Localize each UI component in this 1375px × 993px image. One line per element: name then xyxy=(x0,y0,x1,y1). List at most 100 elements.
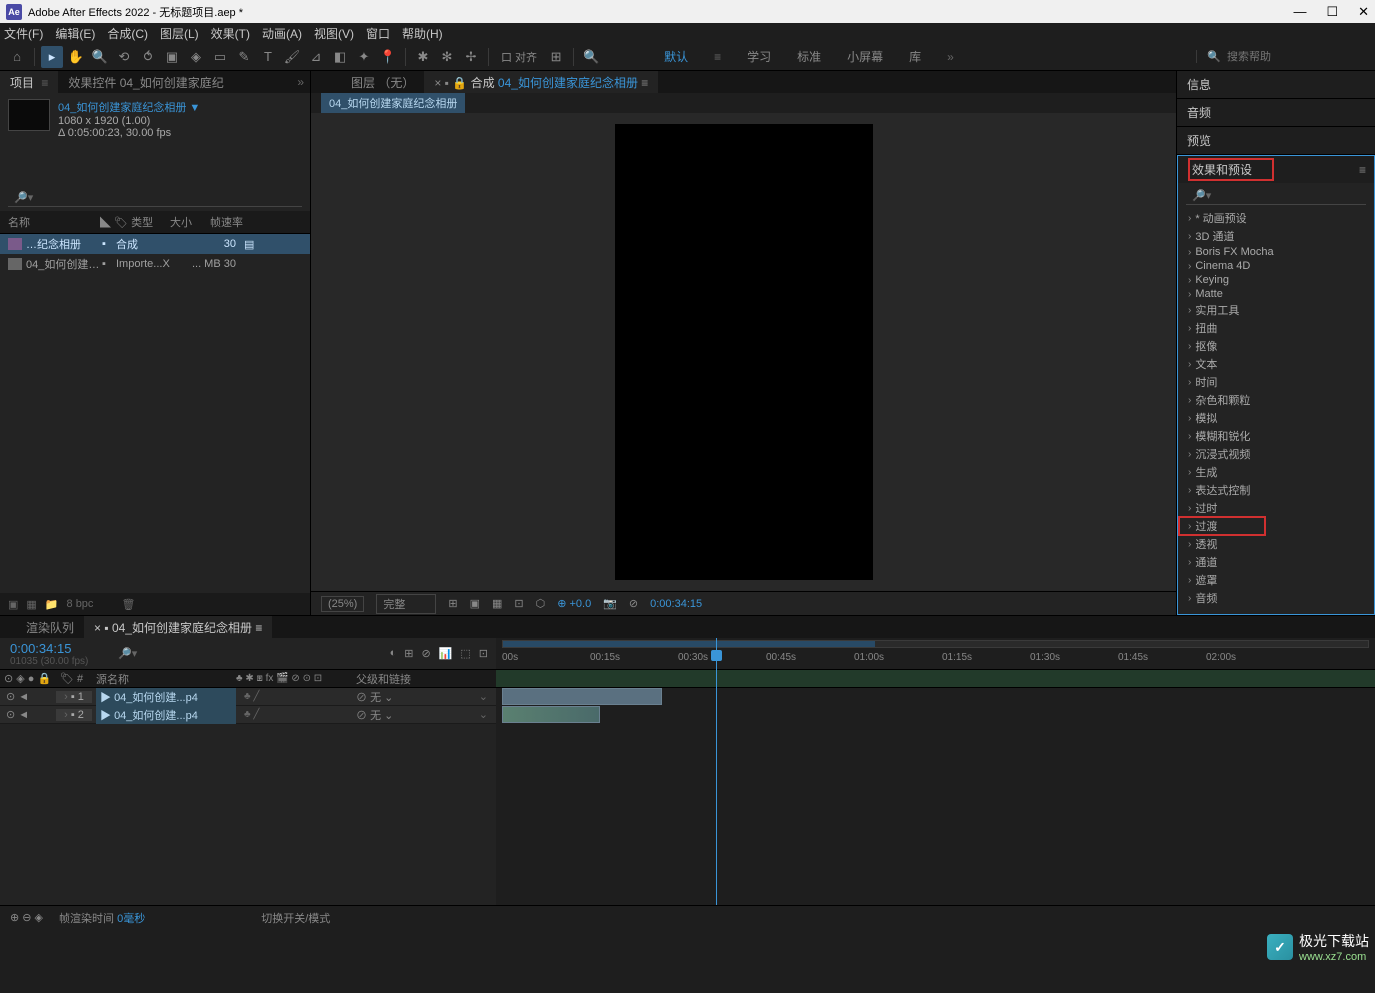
grid-icon[interactable]: ⊞ xyxy=(448,597,457,610)
toggle-switches-modes[interactable]: 切换开关/模式 xyxy=(261,910,330,926)
region-icon[interactable]: ⊡ xyxy=(514,597,523,610)
effect-category[interactable]: 杂色和颗粒 xyxy=(1178,391,1374,409)
menu-edit[interactable]: 编辑(E) xyxy=(55,25,95,42)
effect-category[interactable]: 沉浸式视频 xyxy=(1178,445,1374,463)
local-axis[interactable]: ✱ xyxy=(412,46,434,68)
switches-icon[interactable]: ⊡ xyxy=(479,647,488,660)
menu-effect[interactable]: 效果(T) xyxy=(211,25,250,42)
effect-category[interactable]: 表达式控制 xyxy=(1178,481,1374,499)
effect-category[interactable]: Matte xyxy=(1178,287,1374,301)
work-area-bar[interactable] xyxy=(496,670,1375,688)
menu-file[interactable]: 文件(F) xyxy=(4,25,43,42)
snap-toggle[interactable]: 口 对齐 xyxy=(495,49,543,65)
tab-timeline-comp[interactable]: × ▪ 04_如何创建家庭纪念相册 ≡ xyxy=(84,616,272,639)
effect-category[interactable]: 文本 xyxy=(1178,355,1374,373)
show-snapshot-icon[interactable]: ⊘ xyxy=(629,597,638,610)
selection-tool[interactable]: ▸ xyxy=(41,46,63,68)
view-axis[interactable]: ✢ xyxy=(460,46,482,68)
effect-category[interactable]: 过时 xyxy=(1178,499,1374,517)
tab-project[interactable]: 项目 ≡ xyxy=(0,71,58,94)
mask-icon[interactable]: ▣ xyxy=(470,597,480,610)
workspace-default[interactable]: 默认 xyxy=(664,48,688,65)
workspace-menu-icon[interactable]: ≡ xyxy=(714,50,721,64)
interpret-icon[interactable]: ▣ xyxy=(8,598,18,611)
effects-search[interactable]: 🔎▾ xyxy=(1186,187,1366,205)
col-source-name[interactable]: 源名称 xyxy=(92,671,232,687)
eraser-tool[interactable]: ◧ xyxy=(329,46,351,68)
tab-effect-controls[interactable]: 效果控件 04_如何创建家庭纪 xyxy=(58,71,233,94)
shy-icon[interactable]: ◐ xyxy=(390,647,397,660)
layer-2-bar[interactable] xyxy=(502,706,600,723)
tab-render-queue[interactable]: 渲染队列 xyxy=(0,616,84,639)
minimize-button[interactable]: — xyxy=(1293,4,1306,20)
effect-category[interactable]: 3D 通道 xyxy=(1178,227,1374,245)
motion-blur-icon[interactable]: ⊘ xyxy=(421,647,430,660)
panel-effects-presets[interactable]: 效果和预设 ≡ xyxy=(1178,156,1374,183)
workspace-learn[interactable]: 学习 xyxy=(747,48,771,65)
workspace-small[interactable]: 小屏幕 xyxy=(847,48,883,65)
brush-tool[interactable]: 🖌 xyxy=(281,46,303,68)
clone-tool[interactable]: ⊿ xyxy=(305,46,327,68)
comp-name-label[interactable]: 04_如何创建家庭纪念相册 ▼ xyxy=(58,99,200,115)
folder-icon[interactable]: 📁 xyxy=(45,598,59,611)
menu-view[interactable]: 视图(V) xyxy=(314,25,354,42)
snapshot-icon[interactable]: 📷 xyxy=(603,597,617,610)
rotate-tool[interactable]: ⥀ xyxy=(137,46,159,68)
transparency-icon[interactable]: ▦ xyxy=(492,597,502,610)
shape-tool[interactable]: ▭ xyxy=(209,46,231,68)
workspace-standard[interactable]: 标准 xyxy=(797,48,821,65)
search-tool-icon[interactable]: 🔍 xyxy=(580,46,602,68)
frame-blend-icon[interactable]: ⊞ xyxy=(404,647,413,660)
project-item-comp[interactable]: …纪念相册▪合成30 ▤ xyxy=(0,234,310,254)
close-button[interactable]: ✕ xyxy=(1358,4,1369,20)
graph-icon[interactable]: 📊 xyxy=(439,647,453,660)
timeline-layer-1[interactable]: ⊙ ◄ › ▪ 1 ▶ 04_如何创建...p4 ♣ ╱ ⊘ 无 ⌄ ⌄ xyxy=(0,688,496,706)
effect-category[interactable]: 抠像 xyxy=(1178,337,1374,355)
workspace-library[interactable]: 库 xyxy=(909,48,921,65)
effect-category[interactable]: 过渡 xyxy=(1178,517,1374,535)
timeline-layer-2[interactable]: ⊙ ◄ › ▪ 2 ▶ 04_如何创建...p4 ♣ ╱ ⊘ 无 ⌄ ⌄ xyxy=(0,706,496,724)
search-help-input[interactable] xyxy=(1227,51,1369,63)
effect-category[interactable]: 模拟 xyxy=(1178,409,1374,427)
trash-icon[interactable]: 🗑 xyxy=(121,598,135,611)
hand-tool[interactable]: ✋ xyxy=(65,46,87,68)
menu-window[interactable]: 窗口 xyxy=(366,25,390,42)
effect-category[interactable]: 生成 xyxy=(1178,463,1374,481)
orbit-tool[interactable]: ⟲ xyxy=(113,46,135,68)
effect-category[interactable]: 音频 xyxy=(1178,589,1374,605)
bpc-button[interactable]: 8 bpc xyxy=(67,598,94,610)
timeline-search[interactable]: 🔎▾ xyxy=(110,647,382,660)
effect-category[interactable]: * 动画预设 xyxy=(1178,209,1374,227)
effect-category[interactable]: 实用工具 xyxy=(1178,301,1374,319)
home-button[interactable]: ⌂ xyxy=(6,46,28,68)
current-time-indicator[interactable] xyxy=(716,638,717,905)
snap-icon[interactable]: ⊞ xyxy=(545,46,567,68)
pen-tool[interactable]: ✎ xyxy=(233,46,255,68)
effect-category[interactable]: Cinema 4D xyxy=(1178,259,1374,273)
resolution-dropdown[interactable]: 完整 xyxy=(376,594,436,614)
effect-category[interactable]: 扭曲 xyxy=(1178,319,1374,337)
project-search[interactable]: 🔎▾ xyxy=(8,189,302,207)
toggle-switches-icon[interactable]: ⊕ ⊖ ◈ xyxy=(10,911,43,924)
zoom-dropdown[interactable]: (25%) xyxy=(321,596,364,612)
world-axis[interactable]: ✻ xyxy=(436,46,458,68)
camera-tool[interactable]: ▣ xyxy=(161,46,183,68)
panel-menu-icon[interactable]: ≡ xyxy=(1359,163,1366,177)
panel-audio[interactable]: 音频 xyxy=(1177,99,1375,126)
menu-composition[interactable]: 合成(C) xyxy=(107,25,148,42)
panel-preview[interactable]: 预览 xyxy=(1177,127,1375,154)
exposure-value[interactable]: ⊕ +0.0 xyxy=(557,597,591,610)
effect-category[interactable]: Keying xyxy=(1178,273,1374,287)
roto-tool[interactable]: ✦ xyxy=(353,46,375,68)
maximize-button[interactable]: ☐ xyxy=(1326,4,1338,20)
menu-help[interactable]: 帮助(H) xyxy=(402,25,443,42)
text-tool[interactable]: T xyxy=(257,46,279,68)
effect-category[interactable]: 时间 xyxy=(1178,373,1374,391)
tab-composition[interactable]: × ▪ 🔒 合成 04_如何创建家庭纪念相册 ≡ xyxy=(424,71,658,94)
effect-category[interactable]: 模糊和锐化 xyxy=(1178,427,1374,445)
pan-behind-tool[interactable]: ◈ xyxy=(185,46,207,68)
effect-category[interactable]: 透视 xyxy=(1178,535,1374,553)
zoom-tool[interactable]: 🔍 xyxy=(89,46,111,68)
tab-layer[interactable]: 图层 （无） xyxy=(311,71,424,94)
channel-icon[interactable]: ⬡ xyxy=(536,597,546,610)
